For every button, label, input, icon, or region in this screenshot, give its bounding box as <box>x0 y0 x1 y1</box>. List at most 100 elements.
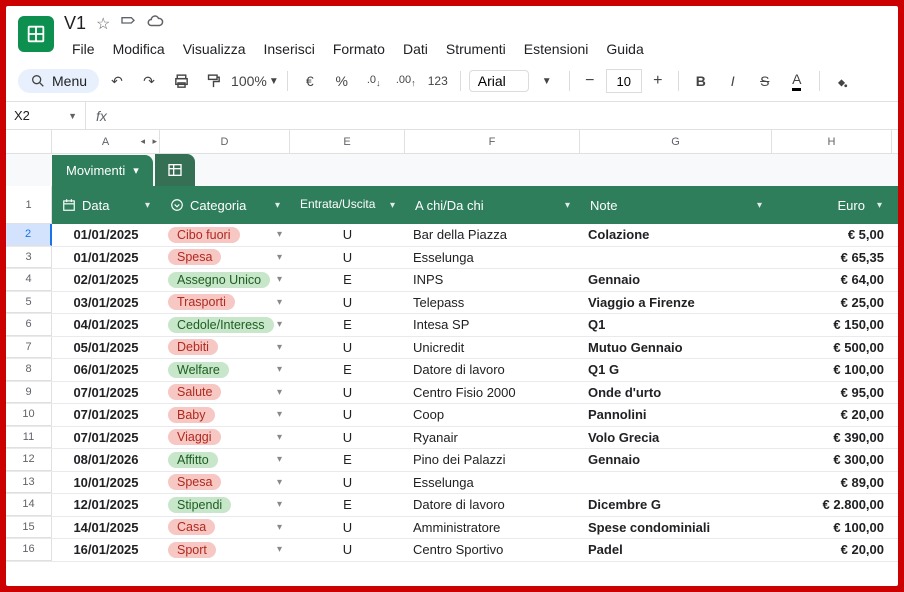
cell-date[interactable]: 01/01/2025 <box>52 247 160 269</box>
cell-note[interactable]: Q1 G <box>580 359 772 381</box>
cell-who[interactable]: Centro Fisio 2000 <box>405 382 580 404</box>
col-euro-header[interactable]: Euro▾ <box>772 186 892 224</box>
cell-categoria[interactable]: Cibo fuori▾ <box>160 224 290 246</box>
cell-who[interactable]: Unicredit <box>405 337 580 359</box>
category-chip[interactable]: Cibo fuori <box>168 227 240 243</box>
menu-formato[interactable]: Formato <box>325 37 393 61</box>
chevron-down-icon[interactable]: ▾ <box>133 164 139 177</box>
cell-categoria[interactable]: Affitto▾ <box>160 449 290 471</box>
cell-eu[interactable]: E <box>290 494 405 516</box>
row-header[interactable]: 12 <box>6 449 52 471</box>
cell-note[interactable]: Gennaio <box>580 269 772 291</box>
category-chip[interactable]: Viaggi <box>168 429 221 445</box>
chevron-down-icon[interactable]: ▾ <box>565 200 570 211</box>
cell-euro[interactable]: € 5,00 <box>772 224 892 246</box>
chevron-down-icon[interactable]: ▾ <box>277 342 282 353</box>
col-note-header[interactable]: Note▾ <box>580 186 772 224</box>
col-header-f[interactable]: F <box>405 130 580 153</box>
row-header[interactable]: 16 <box>6 539 52 561</box>
cell-who[interactable]: Bar della Piazza <box>405 224 580 246</box>
cell-date[interactable]: 01/01/2025 <box>52 224 160 246</box>
chevron-down-icon[interactable]: ▾ <box>277 477 282 488</box>
cell-note[interactable]: Gennaio <box>580 449 772 471</box>
undo-button[interactable]: ↶ <box>103 67 131 95</box>
cell-euro[interactable]: € 25,00 <box>772 292 892 314</box>
cell-date[interactable]: 05/01/2025 <box>52 337 160 359</box>
cell-who[interactable]: Amministratore <box>405 517 580 539</box>
cell-note[interactable]: Dicembre G <box>580 494 772 516</box>
cell-eu[interactable]: U <box>290 404 405 426</box>
cell-who[interactable]: Ryanair <box>405 427 580 449</box>
cell-categoria[interactable]: Spesa▾ <box>160 472 290 494</box>
chevron-down-icon[interactable]: ▾ <box>277 409 282 420</box>
cell-date[interactable]: 10/01/2025 <box>52 472 160 494</box>
chevron-down-icon[interactable]: ▾ <box>277 499 282 510</box>
cell-categoria[interactable]: Casa▾ <box>160 517 290 539</box>
menu-estensioni[interactable]: Estensioni <box>516 37 597 61</box>
col-categoria-header[interactable]: Categoria▾ <box>160 186 290 224</box>
cell-date[interactable]: 14/01/2025 <box>52 517 160 539</box>
cell-euro[interactable]: € 150,00 <box>772 314 892 336</box>
col-data-header[interactable]: Data▾ <box>52 186 160 224</box>
category-chip[interactable]: Salute <box>168 384 221 400</box>
increase-decimal-button[interactable]: .00↑ <box>392 67 420 95</box>
cell-eu[interactable]: U <box>290 382 405 404</box>
row-header[interactable]: 9 <box>6 382 52 404</box>
fill-color-button[interactable] <box>828 67 856 95</box>
col-header-g[interactable]: G <box>580 130 772 153</box>
menu-inserisci[interactable]: Inserisci <box>255 37 322 61</box>
cell-date[interactable]: 06/01/2025 <box>52 359 160 381</box>
col-eu-header[interactable]: Entrata/Uscita▾ <box>290 186 405 224</box>
sheet-tab-movimenti[interactable]: Movimenti ▾ <box>52 155 153 186</box>
category-chip[interactable]: Stipendi <box>168 497 231 513</box>
cell-note[interactable]: Onde d'urto <box>580 382 772 404</box>
row-header-1[interactable]: 1 <box>6 186 52 224</box>
currency-button[interactable]: € <box>296 67 324 95</box>
chevron-down-icon[interactable]: ▾ <box>277 544 282 555</box>
category-chip[interactable]: Debiti <box>168 339 218 355</box>
chevron-down-icon[interactable]: ▾ <box>277 252 282 263</box>
row-header[interactable]: 3 <box>6 247 52 269</box>
row-header[interactable]: 5 <box>6 292 52 314</box>
cell-date[interactable]: 07/01/2025 <box>52 427 160 449</box>
category-chip[interactable]: Spesa <box>168 249 221 265</box>
move-icon[interactable] <box>120 13 136 34</box>
cell-note[interactable]: Pannolini <box>580 404 772 426</box>
col-achi-header[interactable]: A chi/Da chi▾ <box>405 186 580 224</box>
cell-who[interactable]: Pino dei Palazzi <box>405 449 580 471</box>
chevron-down-icon[interactable]: ▾ <box>277 387 282 398</box>
cell-categoria[interactable]: Debiti ▾ <box>160 337 290 359</box>
cell-note[interactable]: Q1 <box>580 314 772 336</box>
cell-who[interactable]: INPS <box>405 269 580 291</box>
chevron-down-icon[interactable]: ▾ <box>277 274 282 285</box>
menu-strumenti[interactable]: Strumenti <box>438 37 514 61</box>
cell-eu[interactable]: U <box>290 337 405 359</box>
chevron-down-icon[interactable]: ▾ <box>390 200 395 211</box>
cell-euro[interactable]: € 100,00 <box>772 359 892 381</box>
cell-euro[interactable]: € 64,00 <box>772 269 892 291</box>
cell-eu[interactable]: E <box>290 269 405 291</box>
font-size-decrease[interactable]: − <box>578 69 602 93</box>
italic-button[interactable]: I <box>719 67 747 95</box>
category-chip[interactable]: Affitto <box>168 452 218 468</box>
row-header[interactable]: 11 <box>6 427 52 449</box>
row-header[interactable]: 7 <box>6 337 52 359</box>
cell-euro[interactable]: € 89,00 <box>772 472 892 494</box>
category-chip[interactable]: Welfare <box>168 362 229 378</box>
decrease-decimal-button[interactable]: .0↓ <box>360 67 388 95</box>
cell-who[interactable]: Datore di lavoro <box>405 494 580 516</box>
cell-who[interactable]: Coop <box>405 404 580 426</box>
select-all-corner[interactable] <box>6 130 52 153</box>
cell-who[interactable]: Esselunga <box>405 247 580 269</box>
cell-date[interactable]: 12/01/2025 <box>52 494 160 516</box>
cell-euro[interactable]: € 500,00 <box>772 337 892 359</box>
cell-who[interactable]: Esselunga <box>405 472 580 494</box>
menu-guida[interactable]: Guida <box>598 37 651 61</box>
star-icon[interactable]: ☆ <box>96 14 110 34</box>
strike-button[interactable]: S <box>751 67 779 95</box>
cell-note[interactable]: Colazione <box>580 224 772 246</box>
cell-eu[interactable]: U <box>290 292 405 314</box>
cell-euro[interactable]: € 95,00 <box>772 382 892 404</box>
cell-note[interactable]: Volo Grecia <box>580 427 772 449</box>
cell-eu[interactable]: E <box>290 449 405 471</box>
